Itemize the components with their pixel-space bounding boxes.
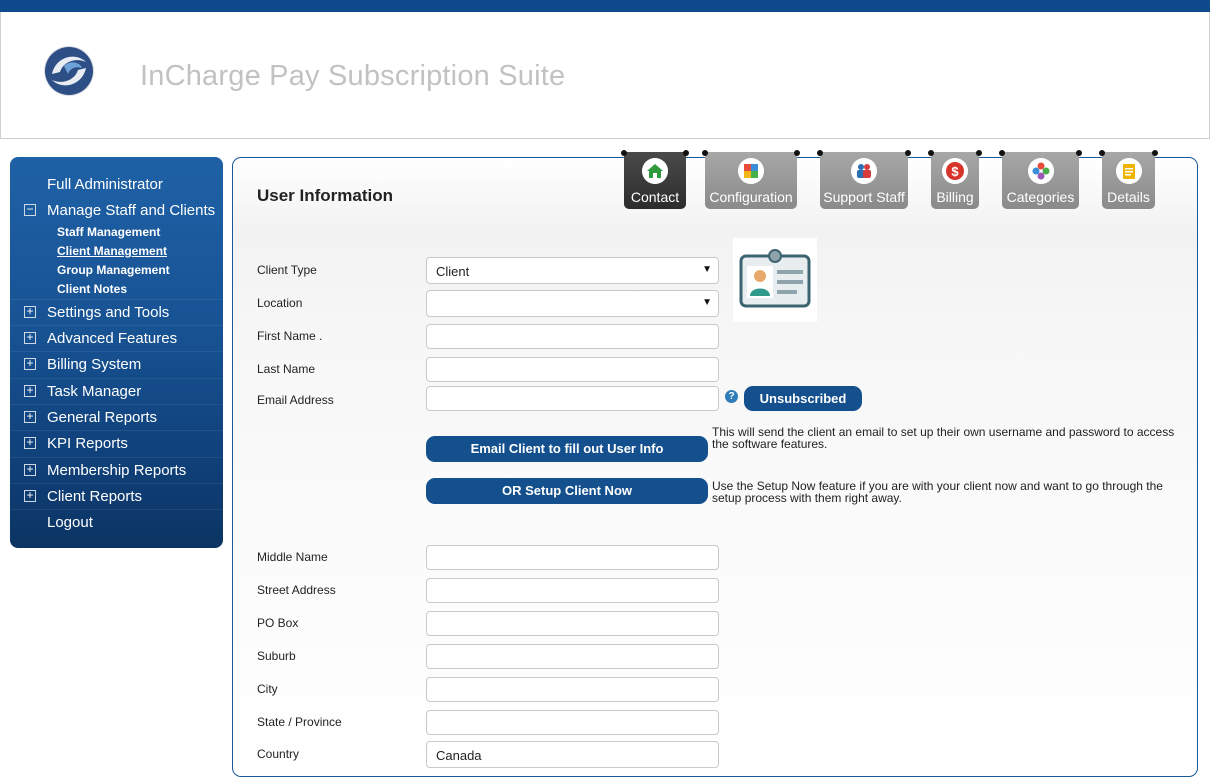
sidebar-item-label: General Reports xyxy=(47,409,158,426)
setup-client-now-button[interactable]: OR Setup Client Now xyxy=(426,478,708,504)
email-field[interactable] xyxy=(426,386,719,411)
dropdown-arrow-icon: ▼ xyxy=(702,297,712,308)
people-icon xyxy=(851,158,877,184)
suburb-field[interactable] xyxy=(426,644,719,669)
tab-configuration[interactable]: Configuration xyxy=(702,150,800,209)
sidebar-item-label: Full Administrator xyxy=(47,176,163,193)
last-name-label: Last Name xyxy=(257,362,316,376)
email-label: Email Address xyxy=(257,393,334,407)
expand-icon[interactable]: + xyxy=(24,331,36,344)
sidebar: Full Administrator − Manage Staff and Cl… xyxy=(10,157,223,548)
first-name-label: First Name . xyxy=(257,329,323,343)
collapse-icon[interactable]: − xyxy=(24,203,36,216)
sidebar-item-billing-system[interactable]: + Billing System xyxy=(10,351,223,378)
sidebar-item-full-administrator[interactable]: Full Administrator xyxy=(10,172,223,198)
tab-label: Billing xyxy=(936,189,974,205)
email-client-note: This will send the client an email to se… xyxy=(712,425,1175,451)
country-select[interactable]: Canada xyxy=(426,741,719,768)
sidebar-item-label: KPI Reports xyxy=(47,435,128,452)
expand-icon[interactable]: + xyxy=(24,384,36,397)
expand-icon[interactable]: + xyxy=(24,436,36,449)
state-province-field[interactable] xyxy=(426,710,719,735)
country-label: Country xyxy=(257,747,300,761)
tab-details[interactable]: Details xyxy=(1099,150,1158,209)
home-icon xyxy=(642,158,668,184)
dollar-icon: $ xyxy=(942,158,968,184)
circles-icon xyxy=(1027,158,1054,184)
tab-contact[interactable]: Contact xyxy=(621,150,689,209)
help-icon[interactable]: ? xyxy=(725,390,738,403)
page-title: User Information xyxy=(257,186,394,205)
sidebar-item-general-reports[interactable]: + General Reports xyxy=(10,404,223,431)
location-label: Location xyxy=(257,296,303,310)
email-client-button[interactable]: Email Client to fill out User Info xyxy=(426,436,708,462)
expand-icon[interactable]: + xyxy=(24,305,36,318)
client-type-label: Client Type xyxy=(257,263,317,277)
city-field[interactable] xyxy=(426,677,719,702)
sidebar-item-label: Membership Reports xyxy=(47,462,187,479)
sidebar-item-settings-tools[interactable]: + Settings and Tools xyxy=(10,299,223,326)
dropdown-arrow-icon: ▼ xyxy=(702,264,712,275)
expand-icon[interactable]: + xyxy=(24,463,36,476)
tab-label: Details xyxy=(1107,189,1150,205)
sidebar-item-label: Manage Staff and Clients xyxy=(47,202,216,219)
tab-label: Contact xyxy=(630,189,680,205)
country-value: Canada xyxy=(436,748,482,763)
top-bar xyxy=(0,0,1210,12)
sidebar-item-label: Settings and Tools xyxy=(47,304,170,321)
tab-label: Categories xyxy=(1006,189,1075,205)
sidebar-item-advanced-features[interactable]: + Advanced Features xyxy=(10,325,223,352)
sidebar-item-label: Billing System xyxy=(47,356,142,373)
state-province-label: State / Province xyxy=(257,715,342,729)
sidebar-item-label: Logout xyxy=(47,514,93,531)
middle-name-field[interactable] xyxy=(426,545,719,570)
po-box-field[interactable] xyxy=(426,611,719,636)
expand-icon[interactable]: + xyxy=(24,410,36,423)
tab-categories[interactable]: Categories xyxy=(999,150,1082,209)
sidebar-item-client-reports[interactable]: + Client Reports xyxy=(10,483,223,510)
unsubscribed-button[interactable]: Unsubscribed xyxy=(744,386,862,411)
puzzle-icon xyxy=(738,158,764,184)
sidebar-item-label: Advanced Features xyxy=(47,330,178,347)
sidebar-subitem-staff-management[interactable]: Staff Management xyxy=(57,225,160,239)
tab-label: Support Staff xyxy=(823,189,905,205)
app-title: InCharge Pay Subscription Suite xyxy=(140,60,566,92)
sidebar-item-manage-staff-clients[interactable]: − Manage Staff and Clients xyxy=(10,198,223,224)
sidebar-item-membership-reports[interactable]: + Membership Reports xyxy=(10,457,223,484)
city-label: City xyxy=(257,682,278,696)
first-name-field[interactable] xyxy=(426,324,719,349)
sidebar-item-kpi-reports[interactable]: + KPI Reports xyxy=(10,430,223,457)
tab-billing[interactable]: $ Billing xyxy=(928,150,982,209)
suburb-label: Suburb xyxy=(257,649,296,663)
expand-icon[interactable]: + xyxy=(24,357,36,370)
sidebar-subitem-client-management[interactable]: Client Management xyxy=(57,244,167,258)
expand-icon[interactable]: + xyxy=(24,489,36,502)
sidebar-item-label: Client Reports xyxy=(47,488,143,505)
svg-text:$: $ xyxy=(951,164,959,179)
client-type-value: Client xyxy=(436,264,470,279)
setup-now-note: Use the Setup Now feature if you are wit… xyxy=(712,479,1163,505)
tab-label: Configuration xyxy=(709,189,793,205)
location-select[interactable]: ▼ xyxy=(426,290,719,317)
sidebar-subitem-group-management[interactable]: Group Management xyxy=(57,263,170,277)
street-address-field[interactable] xyxy=(426,578,719,603)
sidebar-subitem-client-notes[interactable]: Client Notes xyxy=(57,282,127,296)
id-card-icon xyxy=(733,238,817,322)
sidebar-item-label: Task Manager xyxy=(47,383,142,400)
street-address-label: Street Address xyxy=(257,583,336,597)
middle-name-label: Middle Name xyxy=(257,550,328,564)
last-name-field[interactable] xyxy=(426,357,719,382)
notepad-icon xyxy=(1115,158,1142,184)
sidebar-item-logout[interactable]: Logout xyxy=(10,509,223,536)
client-type-select[interactable]: Client ▼ xyxy=(426,257,719,284)
po-box-label: PO Box xyxy=(257,616,299,630)
sidebar-item-task-manager[interactable]: + Task Manager xyxy=(10,378,223,405)
incharge-logo-icon xyxy=(44,46,94,96)
tab-support-staff[interactable]: Support Staff xyxy=(817,150,911,209)
